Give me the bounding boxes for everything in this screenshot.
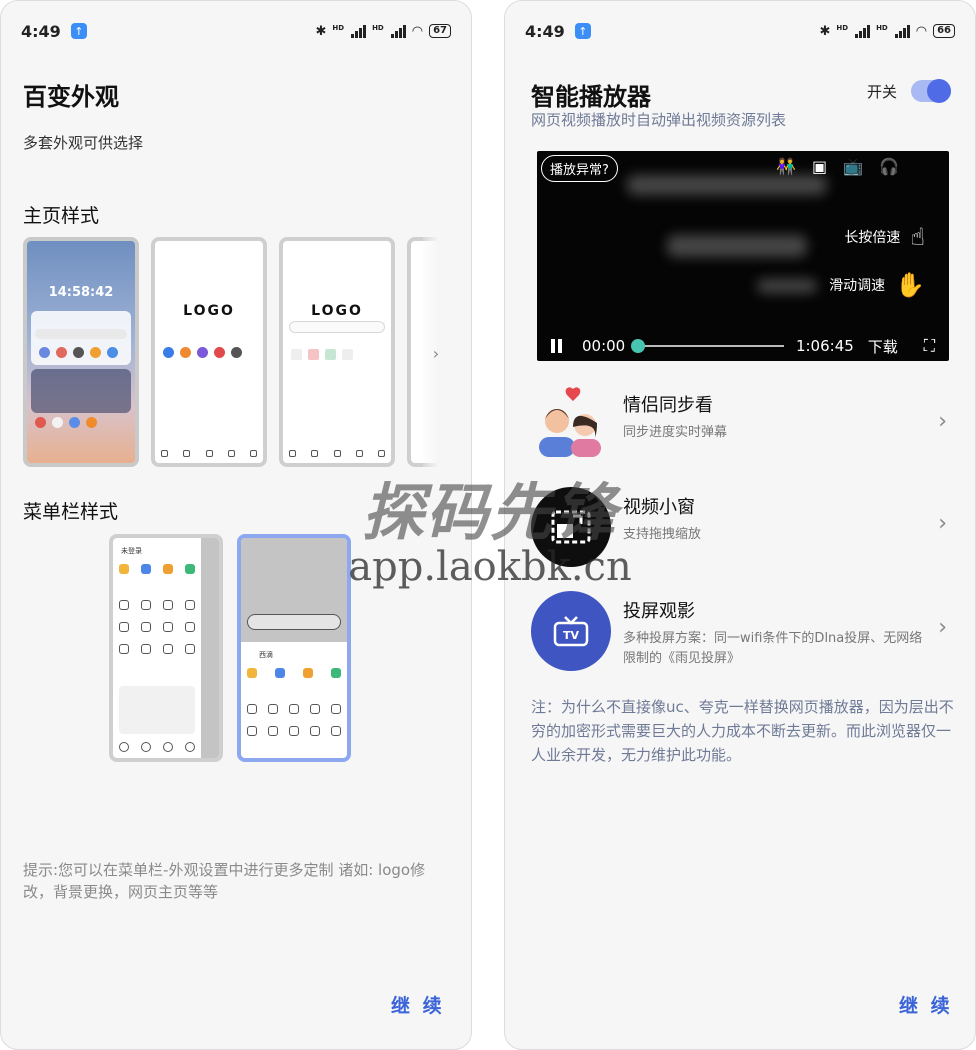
wifi-icon: ◠ — [915, 23, 928, 39]
couple-sync-icon[interactable]: 👫 — [776, 157, 796, 176]
customization-tip: 提示:您可以在菜单栏-外观设置中进行更多定制 诸如: logo修改，背景更换，网… — [23, 861, 426, 901]
signal-icon — [351, 24, 367, 38]
menu-style-heading: 菜单栏样式 — [23, 501, 119, 523]
signal-icon-2 — [390, 24, 406, 38]
chevron-right-icon[interactable]: › — [423, 237, 449, 469]
search-card — [31, 311, 131, 365]
chevron-right-icon: › — [938, 615, 947, 640]
status-bar: 4:49 ↑ ✱ HD HD ◠ 66 — [525, 19, 955, 43]
menu-style-option-2[interactable]: 西滴 — [237, 534, 351, 762]
picture-in-picture-icon[interactable]: ▣ — [812, 157, 827, 176]
status-time: 4:49 — [525, 21, 565, 41]
signal-icon-2 — [894, 24, 910, 38]
player-toggle[interactable] — [911, 79, 951, 103]
touch-hand-icon: ☝ — [910, 223, 925, 251]
tv-cast-icon[interactable]: 📺 — [843, 157, 863, 176]
slide-speed-hint: 滑动调速 — [829, 278, 886, 294]
swipe-hand-icon: ✋ — [895, 271, 925, 299]
feature-couple-watch[interactable]: 情侣同步看 同步进度实时弹幕 › — [531, 385, 951, 465]
appearance-screen: 4:49 ↑ ✱ HD HD ◠ 67 百变外观 多套外观可供选择 主页样式 1… — [0, 0, 472, 1050]
toggle-knob — [927, 79, 951, 103]
smart-player-screen: 4:49 ↑ ✱ HD HD ◠ 66 智能播放器 开关 网页视频播放时自动弹出… — [504, 0, 976, 1050]
chevron-right-icon: › — [938, 511, 947, 536]
news-card — [31, 369, 131, 413]
svg-text:TV: TV — [563, 629, 580, 642]
couple-avatar-icon — [531, 385, 611, 465]
status-time: 4:49 — [21, 21, 61, 41]
menu-style-option-1[interactable]: 未登录 — [109, 534, 223, 762]
download-button[interactable]: 下载 — [868, 336, 898, 357]
feature-title: 视频小窗 — [623, 497, 695, 518]
signal-icon — [855, 24, 871, 38]
status-bar: 4:49 ↑ ✱ HD HD ◠ 67 — [21, 19, 451, 43]
menu-user-label-2: 西滴 — [259, 651, 273, 659]
mini-window-icon — [531, 487, 611, 567]
battery-icon: 66 — [933, 24, 955, 38]
page-description: 网页视频播放时自动弹出视频资源列表 — [531, 111, 787, 129]
logo-text: LOGO — [183, 303, 235, 319]
fullscreen-icon[interactable]: ⛶ — [924, 336, 935, 356]
pause-icon[interactable] — [551, 339, 562, 353]
wifi-icon: ◠ — [411, 23, 424, 39]
page-title: 智能播放器 — [531, 83, 651, 111]
upload-icon: ↑ — [574, 23, 591, 39]
feature-desc: 多种投屏方案：同一wifi条件下的Dlna投屏、无网络限制的《雨见投屏》 — [623, 631, 923, 666]
feature-title: 投屏观影 — [623, 601, 695, 622]
feature-screen-cast[interactable]: TV 投屏观影 多种投屏方案：同一wifi条件下的Dlna投屏、无网络限制的《雨… — [531, 591, 951, 671]
toggle-label: 开关 — [867, 83, 898, 101]
progress-thumb[interactable] — [631, 339, 646, 353]
headphones-icon[interactable]: 🎧 — [879, 157, 899, 176]
bluetooth-icon: ✱ — [819, 23, 831, 39]
home-style-option-3[interactable]: LOGO — [279, 237, 395, 467]
page-title: 百变外观 — [23, 83, 119, 111]
feature-mini-window[interactable]: 视频小窗 支持拖拽缩放 › — [531, 487, 951, 567]
home-style-heading: 主页样式 — [23, 205, 100, 227]
player-note: 注：为什么不直接像uc、夸克一样替换网页播放器，因为层出不穷的加密形式需要巨大的… — [531, 698, 954, 764]
feature-desc: 支持拖拽缩放 — [623, 527, 702, 542]
home-style-option-2[interactable]: LOGO — [151, 237, 267, 467]
long-press-speed-hint: 长按倍速 — [844, 230, 901, 246]
wallpaper-clock: 14:58:42 — [48, 285, 114, 300]
player-controls: 00:00 1:06:45 下载 ⛶ — [551, 335, 935, 357]
continue-button[interactable]: 继 续 — [899, 991, 953, 1018]
progress-bar[interactable] — [631, 339, 784, 353]
logo-text-2: LOGO — [311, 303, 363, 319]
home-style-option-1[interactable]: 14:58:42 — [23, 237, 139, 467]
feature-title: 情侣同步看 — [623, 395, 713, 416]
tv-icon: TV — [531, 591, 611, 671]
playback-issue-button[interactable]: 播放异常? — [541, 155, 618, 182]
duration: 1:06:45 — [795, 337, 854, 355]
upload-icon: ↑ — [70, 23, 87, 39]
feature-desc: 同步进度实时弹幕 — [623, 425, 728, 440]
bluetooth-icon: ✱ — [315, 23, 327, 39]
current-time: 00:00 — [582, 337, 626, 355]
chevron-right-icon: › — [938, 409, 947, 434]
page-subtitle: 多套外观可供选择 — [23, 134, 144, 152]
home-style-carousel[interactable]: 14:58:42 LOGO LOGO › — [23, 237, 449, 469]
video-player[interactable]: 播放异常? 👫 ▣ 📺 🎧 长按倍速 ☝ 滑动调速 ✋ 00:00 1:06:4… — [537, 151, 949, 361]
battery-icon: 67 — [429, 24, 451, 38]
continue-button[interactable]: 继 续 — [391, 991, 445, 1018]
menu-user-label: 未登录 — [121, 547, 142, 555]
